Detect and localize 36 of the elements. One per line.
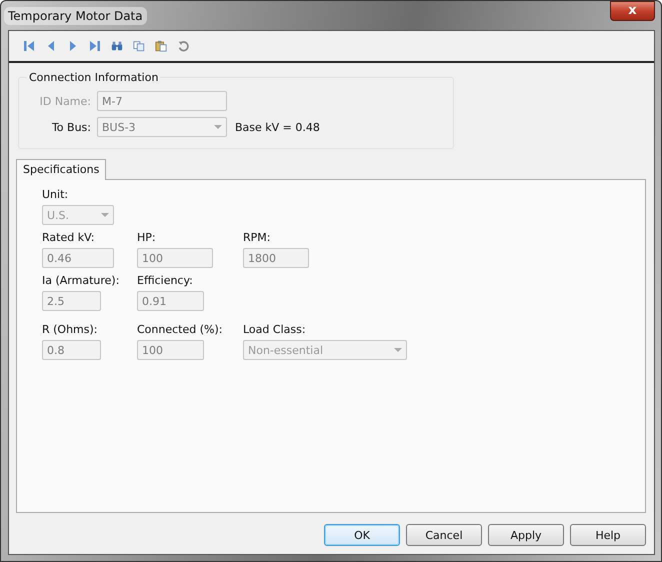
field-label: HP: bbox=[137, 231, 157, 245]
refresh-icon[interactable] bbox=[177, 40, 189, 52]
field-label: Connected (%): bbox=[137, 323, 224, 337]
dropdown-field[interactable]: U.S. bbox=[42, 205, 114, 225]
base-kv-text: Base kV = 0.48 bbox=[235, 120, 320, 134]
close-button[interactable]: x bbox=[610, 1, 655, 21]
text-field[interactable]: 2.5 bbox=[42, 291, 101, 311]
group-title: Connection Information bbox=[28, 71, 160, 84]
text-field[interactable]: 1800 bbox=[243, 248, 309, 268]
dropdown-field[interactable]: Non-essential bbox=[243, 340, 407, 360]
field-label: Efficiency: bbox=[137, 274, 194, 288]
dialog-button[interactable]: OK bbox=[324, 524, 400, 546]
text-field[interactable]: 0.8 bbox=[42, 340, 101, 360]
text-field[interactable]: 0.91 bbox=[137, 291, 204, 311]
copy-icon[interactable] bbox=[133, 40, 145, 52]
field-label: To Bus: bbox=[50, 120, 91, 134]
dialog-button[interactable]: Cancel bbox=[406, 524, 482, 546]
field-label: R (Ohms): bbox=[42, 323, 99, 337]
text-field[interactable]: 100 bbox=[137, 340, 204, 360]
paste-icon[interactable] bbox=[155, 40, 167, 52]
dialog-button[interactable]: Help bbox=[570, 524, 646, 546]
field-label: Rated kV: bbox=[42, 231, 96, 245]
last-record-icon[interactable] bbox=[89, 40, 101, 52]
field-label: Load Class: bbox=[243, 323, 307, 337]
field-label: Ia (Armature): bbox=[42, 274, 120, 288]
window-title: Temporary Motor Data bbox=[4, 6, 147, 24]
field-label: RPM: bbox=[243, 231, 272, 245]
field-label: ID Name: bbox=[38, 94, 91, 108]
first-record-icon[interactable] bbox=[23, 40, 35, 52]
text-field[interactable]: 0.46 bbox=[42, 248, 114, 268]
binoculars-icon[interactable] bbox=[111, 40, 123, 52]
text-field[interactable]: 100 bbox=[137, 248, 213, 268]
tab[interactable]: Specifications bbox=[16, 159, 106, 180]
dialog-button[interactable]: Apply bbox=[488, 524, 564, 546]
dropdown-field[interactable]: BUS-3 bbox=[97, 117, 227, 137]
field-label: Unit: bbox=[42, 188, 70, 202]
